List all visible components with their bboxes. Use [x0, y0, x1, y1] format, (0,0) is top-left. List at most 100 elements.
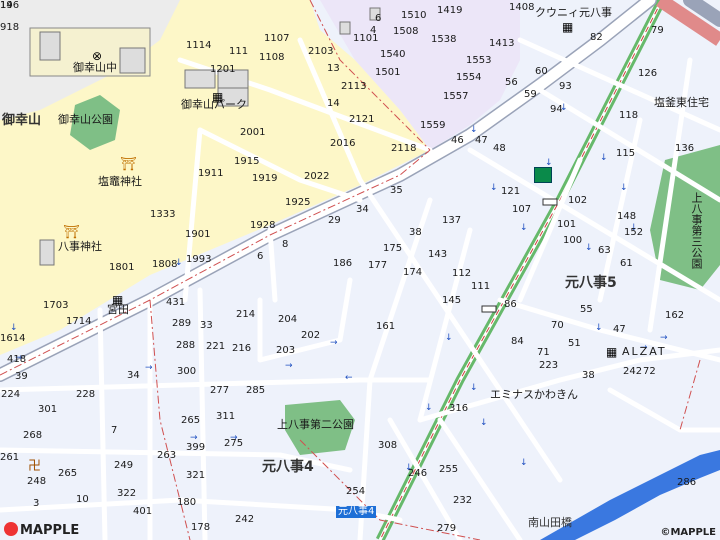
block-number: 148 — [617, 211, 637, 222]
block-number: 1413 — [489, 38, 515, 49]
svg-text:↓: ↓ — [480, 418, 488, 428]
block-number: 242 — [235, 514, 255, 525]
block-number: 1703 — [43, 300, 69, 311]
block-number: 275 — [224, 438, 244, 449]
block-number: 308 — [378, 440, 398, 451]
svg-text:→: → — [660, 333, 668, 343]
map-canvas[interactable]: ↓ ↓ ↓ ↓ ↓ ↓ ↓ ↓ ↓ ↓ ↓ ↓ ↓ ↓ ↓ → → → → → ← ↓ ↓ → → → ↓ ⊗ ⛩ … — [0, 0, 720, 540]
block-number: 203 — [276, 345, 296, 356]
block-number: 321 — [186, 470, 206, 481]
block-number: 2016 — [330, 138, 356, 149]
block-number: 51 — [568, 338, 581, 349]
block-number: 918 — [0, 22, 20, 33]
block-number: 224 — [1, 389, 21, 400]
block-number: 1714 — [66, 316, 92, 327]
svg-text:→: → — [145, 363, 153, 373]
label-okoyama-park: 御幸山公園 — [58, 113, 113, 126]
block-number: 39 — [15, 371, 28, 382]
block-number: 59 — [524, 89, 537, 100]
block-number: 143 — [428, 249, 448, 260]
block-number: 322 — [117, 488, 137, 499]
block-number: 63 — [598, 245, 611, 256]
block-number: 71 — [537, 347, 550, 358]
block-number: 2103 — [308, 46, 334, 57]
block-number: 48 — [493, 143, 506, 154]
label-motoyagoto4-bottom: 元八事4 — [336, 506, 377, 518]
block-number: 2118 — [391, 143, 417, 154]
svg-text:↓: ↓ — [445, 333, 453, 343]
block-number: 8 — [282, 239, 289, 250]
block-number: 60 — [535, 66, 548, 77]
label-minami-yamabashi: 南山田橋 — [528, 516, 572, 529]
label-alzat: ALZAT — [622, 345, 667, 358]
label-miyata: 宮田 — [107, 303, 129, 316]
block-number: 1108 — [259, 52, 285, 63]
block-number: 1538 — [431, 34, 457, 45]
block-number: 1114 — [186, 40, 212, 51]
svg-text:↓: ↓ — [600, 153, 608, 163]
block-number: 47 — [613, 324, 626, 335]
block-number: 1419 — [437, 5, 463, 16]
label-okoyama-park2: 御幸山パーク — [181, 98, 247, 111]
block-number: 431 — [166, 297, 186, 308]
label-kamiyagoto-park2: 上八事第二公園 — [277, 418, 354, 431]
block-number: 311 — [216, 411, 236, 422]
block-number: 79 — [651, 25, 664, 36]
block-number: 204 — [278, 314, 298, 325]
block-number: 35 — [390, 185, 403, 196]
block-number: 216 — [232, 343, 252, 354]
label-shiogama-housing: 塩釜東住宅 — [654, 96, 709, 109]
block-number: 86 — [504, 299, 517, 310]
temple-icon: 卍 — [28, 459, 42, 474]
block-number: 1808 — [152, 259, 178, 270]
svg-text:↓: ↓ — [10, 323, 18, 333]
block-number: 228 — [76, 389, 96, 400]
block-number: 7 — [111, 425, 118, 436]
block-number: 1408 — [509, 2, 535, 13]
label-kamiyagoto-park3: 上八事第三公園 — [690, 192, 703, 269]
block-number: 265 — [181, 415, 201, 426]
bank-icon — [534, 167, 552, 183]
svg-text:↓: ↓ — [520, 223, 528, 233]
block-number: 249 — [114, 460, 134, 471]
block-number: 1557 — [443, 91, 469, 102]
block-number: 14 — [327, 98, 340, 109]
block-number: 10 — [76, 494, 89, 505]
label-okoyama-ch: 御幸山中 — [73, 61, 117, 74]
block-number: 401 — [133, 506, 153, 517]
block-number: 177 — [368, 260, 388, 271]
block-number: 1559 — [420, 120, 446, 131]
block-number: 214 — [236, 309, 256, 320]
block-number: 1553 — [466, 55, 492, 66]
block-number: 82 — [590, 32, 603, 43]
block-number: 84 — [511, 336, 524, 347]
block-number: 72 — [643, 366, 656, 377]
block-number: 196 — [0, 0, 20, 11]
station-mark — [542, 198, 558, 206]
block-number: 101 — [557, 219, 577, 230]
block-number: 46 — [451, 135, 464, 146]
block-number: 38 — [582, 370, 595, 381]
mapple-logo: MAPPLE — [4, 522, 79, 538]
svg-text:↓: ↓ — [425, 403, 433, 413]
block-number: 121 — [501, 186, 521, 197]
block-number: 136 — [675, 143, 695, 154]
block-number: 61 — [620, 258, 633, 269]
block-number: 223 — [539, 360, 559, 371]
block-number: 265 — [58, 468, 78, 479]
block-number: 126 — [638, 68, 658, 79]
block-number: 288 — [176, 340, 196, 351]
block-number: 161 — [376, 321, 396, 332]
block-number: 1540 — [380, 49, 406, 60]
block-number: 112 — [452, 268, 472, 279]
block-number: 174 — [403, 267, 423, 278]
block-number: 1911 — [198, 168, 224, 179]
label-cuore: クウニィ元八事 — [535, 6, 612, 19]
block-number: 1901 — [185, 229, 211, 240]
block-number: 254 — [346, 486, 366, 497]
label-eminas: エミナスかわきん — [490, 388, 578, 401]
block-number: 255 — [439, 464, 459, 475]
label-hachiji-shrine: 八事神社 — [58, 240, 102, 253]
svg-text:↓: ↓ — [470, 125, 478, 135]
station-mark-2 — [481, 305, 497, 313]
